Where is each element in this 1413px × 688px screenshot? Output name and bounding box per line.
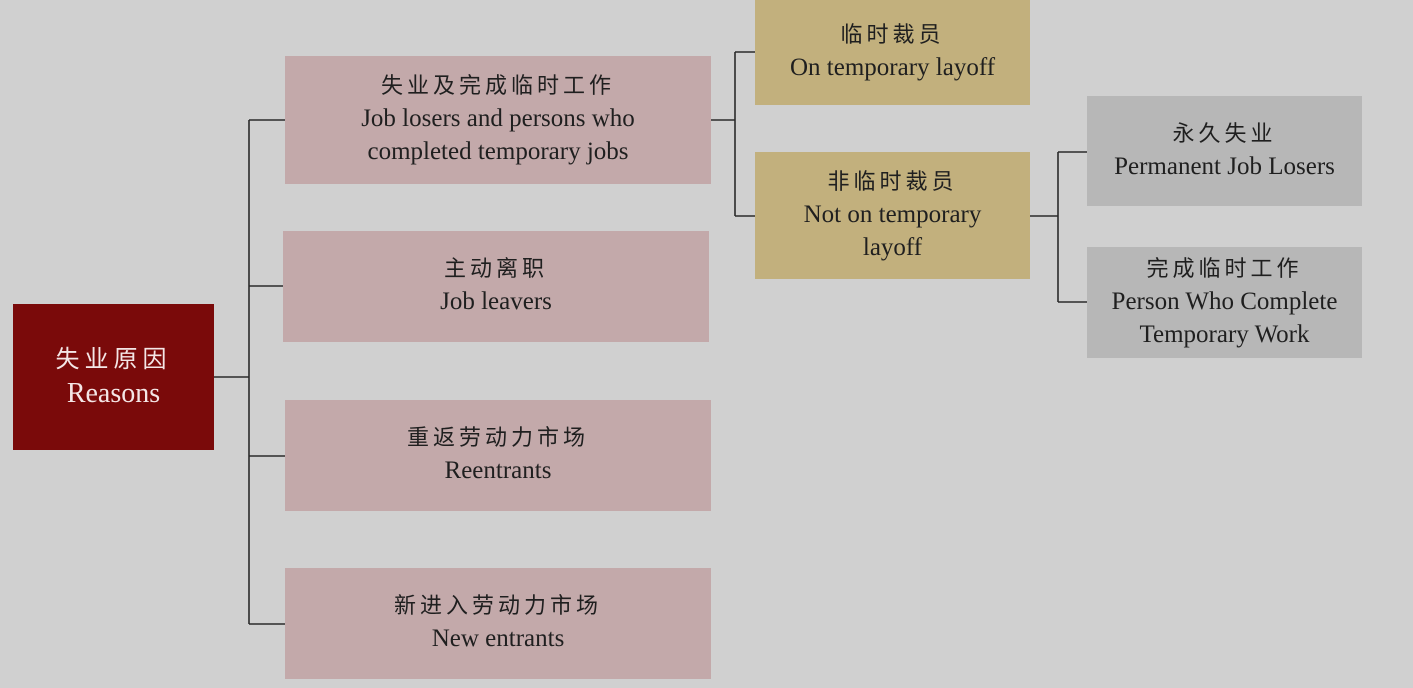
category-label-zh: 主动离职 — [443, 257, 548, 282]
category-label-zh: 失业及完成临时工作 — [380, 74, 615, 99]
layoff-node-temporary: 临时裁员 On temporary layoff — [755, 0, 1030, 105]
layoff-label-zh: 非临时裁员 — [827, 169, 958, 195]
category-node-job-losers: 失业及完成临时工作 Job losers and persons who com… — [285, 56, 711, 184]
category-label-en: Job leavers — [440, 288, 552, 315]
layoff-node-not-temporary: 非临时裁员 Not on temporary layoff — [755, 152, 1030, 279]
root-label-en: Reasons — [66, 378, 161, 409]
outcome-label-en-line2: Temporary Work — [1139, 320, 1310, 348]
category-label-en-line2: completed temporary jobs — [367, 138, 629, 165]
category-node-job-leavers: 主动离职 Job leavers — [283, 231, 709, 342]
outcome-label-en: Person Who Complete — [1111, 287, 1338, 315]
layoff-label-en-line2: layoff — [862, 233, 923, 261]
root-label-zh: 失业原因 — [55, 345, 172, 373]
outcome-node-completed-temporary-work: 完成临时工作 Person Who Complete Temporary Wor… — [1087, 247, 1362, 358]
category-label-zh: 重返劳动力市场 — [406, 426, 589, 451]
category-node-reentrants: 重返劳动力市场 Reentrants — [285, 400, 711, 511]
layoff-label-en: On temporary layoff — [789, 54, 996, 81]
category-label-en: New entrants — [431, 625, 565, 652]
category-node-new-entrants: 新进入劳动力市场 New entrants — [285, 568, 711, 679]
category-label-en: Job losers and persons who — [361, 105, 635, 132]
outcome-label-en: Permanent Job Losers — [1114, 152, 1335, 180]
layoff-label-zh: 临时裁员 — [840, 23, 945, 48]
layoff-label-en: Not on temporary — [803, 200, 982, 228]
category-label-en: Reentrants — [444, 457, 552, 484]
diagram-canvas: 失业原因 Reasons 失业及完成临时工作 Job losers and pe… — [0, 0, 1413, 688]
category-label-zh: 新进入劳动力市场 — [393, 594, 602, 619]
outcome-node-permanent-job-losers: 永久失业 Permanent Job Losers — [1087, 96, 1362, 206]
root-node-reasons: 失业原因 Reasons — [13, 304, 214, 450]
outcome-label-zh: 永久失业 — [1172, 121, 1277, 147]
outcome-label-zh: 完成临时工作 — [1146, 256, 1303, 282]
